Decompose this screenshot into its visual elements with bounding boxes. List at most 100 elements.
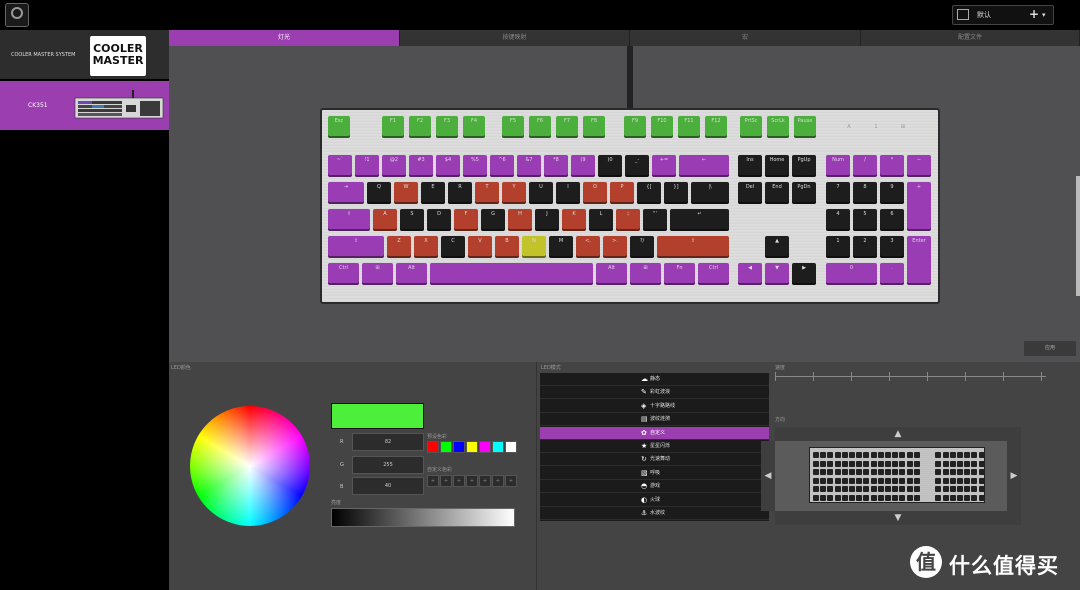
key[interactable]: 9 [880, 182, 904, 204]
direction-right-button[interactable]: ▶ [1007, 441, 1021, 511]
key[interactable]: F11 [678, 116, 700, 138]
key[interactable]: #3 [409, 155, 433, 177]
key[interactable]: ← [679, 155, 729, 177]
key[interactable]: 7 [826, 182, 850, 204]
key[interactable]: F5 [502, 116, 524, 138]
key[interactable]: ?/ [630, 236, 654, 258]
key[interactable]: F7 [556, 116, 578, 138]
key[interactable]: N [522, 236, 546, 258]
key[interactable]: ▶ [792, 263, 816, 285]
key[interactable]: ⇪ [328, 209, 370, 231]
preset-color-swatch[interactable] [505, 441, 517, 453]
key[interactable]: ScrLk [767, 116, 789, 138]
key[interactable]: @2 [382, 155, 406, 177]
b-input[interactable]: 40 [352, 477, 424, 495]
key[interactable]: F8 [583, 116, 605, 138]
effect-item[interactable]: ▧ 呼吸 [540, 467, 769, 480]
key[interactable]: 6 [880, 209, 904, 231]
custom-color-slot[interactable]: + [505, 475, 517, 487]
key[interactable]: Alt [596, 263, 627, 285]
key[interactable]: "' [643, 209, 667, 231]
key[interactable]: M [549, 236, 573, 258]
key[interactable]: V [468, 236, 492, 258]
key[interactable]: A [373, 209, 397, 231]
key[interactable]: F1 [382, 116, 404, 138]
key[interactable]: / [853, 155, 877, 177]
cooler-master-app-icon[interactable] [5, 3, 29, 27]
key[interactable]: %5 [463, 155, 487, 177]
tab-profiles[interactable]: 配置文件 [861, 30, 1080, 46]
key[interactable]: 8 [853, 182, 877, 204]
key[interactable]: Del [738, 182, 762, 204]
direction-down-button[interactable]: ▼ [775, 511, 1021, 525]
key[interactable]: 5 [853, 209, 877, 231]
key[interactable]: (9 [571, 155, 595, 177]
chevron-down-icon[interactable]: ▾ [1042, 11, 1046, 19]
key[interactable]: Ctrl [328, 263, 359, 285]
key[interactable]: ▲ [765, 236, 789, 258]
key[interactable]: F4 [463, 116, 485, 138]
direction-up-button[interactable]: ▲ [775, 427, 1021, 441]
key[interactable]: ~` [328, 155, 352, 177]
key[interactable]: G [481, 209, 505, 231]
key[interactable]: ◀ [738, 263, 762, 285]
key[interactable]: ⇧ [328, 236, 384, 258]
key[interactable]: D [427, 209, 451, 231]
key[interactable]: ⇥ [328, 182, 364, 204]
key[interactable]: J [535, 209, 559, 231]
key[interactable]: ▼ [765, 263, 789, 285]
key[interactable]: B [495, 236, 519, 258]
effect-item[interactable]: ⚓ 水波纹 [540, 507, 769, 520]
preset-color-swatch[interactable] [453, 441, 465, 453]
effect-item[interactable]: ◓ 游戏 [540, 480, 769, 494]
key[interactable]: K [562, 209, 586, 231]
key[interactable]: Alt [396, 263, 427, 285]
profile-selector[interactable]: 默认 + ▾ [952, 5, 1054, 25]
key[interactable]: F10 [651, 116, 673, 138]
preset-color-swatch[interactable] [492, 441, 504, 453]
speed-slider[interactable] [775, 376, 1046, 377]
key[interactable] [430, 263, 593, 285]
key[interactable]: PgDn [792, 182, 816, 204]
r-input[interactable]: 82 [352, 433, 424, 451]
key[interactable]: O [583, 182, 607, 204]
g-input[interactable]: 255 [352, 456, 424, 474]
key[interactable]: H [508, 209, 532, 231]
key[interactable]: L [589, 209, 613, 231]
key[interactable]: >. [603, 236, 627, 258]
key[interactable]: ↵ [670, 209, 729, 231]
preset-color-swatch[interactable] [479, 441, 491, 453]
key[interactable]: )0 [598, 155, 622, 177]
key[interactable]: X [414, 236, 438, 258]
key[interactable]: * [880, 155, 904, 177]
key[interactable]: P [610, 182, 634, 204]
effect-item[interactable]: ☁ 静态 [540, 373, 769, 386]
key[interactable]: I [556, 182, 580, 204]
key[interactable]: 2 [853, 236, 877, 258]
key[interactable]: PrtSc [740, 116, 762, 138]
key[interactable]: + [907, 182, 931, 231]
key[interactable]: _- [625, 155, 649, 177]
preset-color-swatch[interactable] [440, 441, 452, 453]
key[interactable]: Enter [907, 236, 931, 285]
key[interactable]: $4 [436, 155, 460, 177]
key[interactable]: ⊞ [630, 263, 661, 285]
key[interactable]: F2 [409, 116, 431, 138]
key[interactable]: F3 [436, 116, 458, 138]
custom-color-slot[interactable]: + [440, 475, 452, 487]
key[interactable]: T [475, 182, 499, 204]
custom-color-slot[interactable]: + [427, 475, 439, 487]
key[interactable]: ⇧ [657, 236, 729, 258]
tab-lighting[interactable]: 灯光 [169, 30, 400, 46]
key[interactable]: 3 [880, 236, 904, 258]
key[interactable]: PgUp [792, 155, 816, 177]
direction-left-button[interactable]: ◀ [761, 441, 775, 511]
key[interactable]: − [907, 155, 931, 177]
preset-color-swatch[interactable] [427, 441, 439, 453]
effect-item[interactable]: ◈ 十字路路线 [540, 400, 769, 413]
key[interactable]: C [441, 236, 465, 258]
brightness-slider[interactable] [331, 508, 515, 527]
key[interactable]: End [765, 182, 789, 204]
key[interactable]: <, [576, 236, 600, 258]
key[interactable]: 0 [826, 263, 877, 285]
